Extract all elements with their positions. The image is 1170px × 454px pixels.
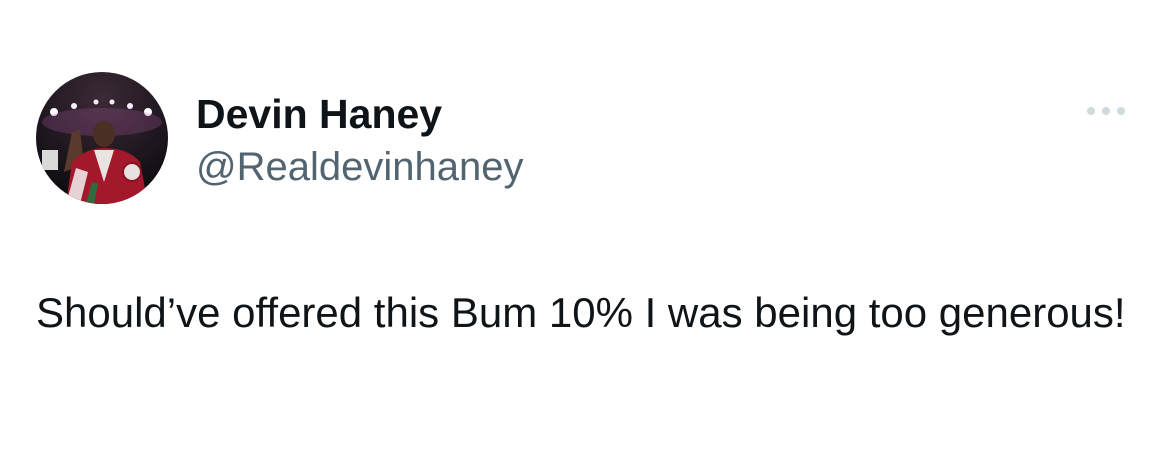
avatar[interactable] [36,72,168,204]
tweet-card: Devin Haney @Realdevinhaney Should’ve of… [0,0,1170,454]
more-options-icon[interactable] [1084,98,1128,124]
user-handle[interactable]: @Realdevinhaney [196,143,523,191]
display-name[interactable]: Devin Haney [196,90,442,138]
avatar-photo [36,72,168,204]
tweet-text: Should’ve offered this Bum 10% I was bei… [36,289,1126,336]
